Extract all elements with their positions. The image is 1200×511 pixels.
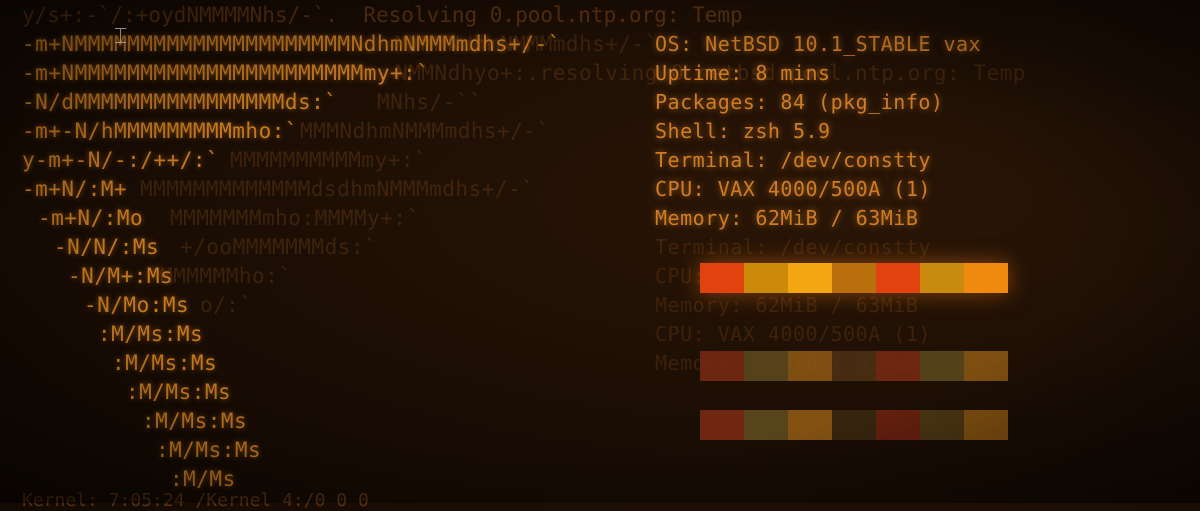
- color-swatch: [920, 263, 964, 293]
- color-swatch: [788, 410, 832, 440]
- logo-line: -m+NMMMMMMMMMMMMMMMMMMMMMMmy+:`: [22, 61, 430, 85]
- ghost-logo-line: MNhs/-``: [377, 90, 483, 114]
- color-swatch: [964, 263, 1008, 293]
- color-palette-row-1: [700, 263, 1008, 293]
- color-swatch: [832, 263, 876, 293]
- cpu-line: CPU: VAX 4000/500A (1): [655, 177, 931, 201]
- logo-line: -N/N/:Ms: [54, 235, 160, 259]
- color-swatch: [920, 410, 964, 440]
- uptime-line: Uptime: 8 mins: [655, 61, 831, 85]
- color-swatch: [788, 351, 832, 381]
- status-line: Kernel: 7:05:24 /Kernel 4:/0 0 0: [22, 490, 369, 511]
- color-swatch: [964, 410, 1008, 440]
- color-swatch: [744, 351, 788, 381]
- color-palette-row-2: [700, 351, 1008, 381]
- ghost-logo-line: MMMMMMMMMMmy+:`: [230, 148, 428, 172]
- ghost-terminal-line: Terminal: /dev/constty: [655, 235, 931, 259]
- color-swatch: [744, 410, 788, 440]
- system-info-panel: OS: NetBSD 10.1_STABLE vax Uptime: 8 min…: [655, 30, 981, 233]
- color-swatch: [964, 351, 1008, 381]
- color-swatch: [788, 263, 832, 293]
- color-swatch: [876, 351, 920, 381]
- color-swatch: [700, 263, 744, 293]
- logo-line: :M/Ms:Ms: [98, 322, 204, 346]
- os-line: OS: NetBSD 10.1_STABLE vax: [655, 32, 982, 56]
- packages-line: Packages: 84 (pkg_info): [655, 90, 944, 114]
- color-swatch: [700, 351, 744, 381]
- ghost-logo-line: +/ooMMMMMMMds:`: [180, 235, 378, 259]
- logo-line: :M/Ms:Ms: [126, 380, 232, 404]
- color-swatch: [876, 263, 920, 293]
- color-swatch: [920, 351, 964, 381]
- logo-line: -m+N/:Mo: [38, 206, 144, 230]
- ghost-logo-line: o/:`: [200, 293, 253, 317]
- color-swatch: [744, 263, 788, 293]
- color-palette-row-3: [700, 410, 1008, 440]
- logo-line: y-m+-N/-:/++/:`: [22, 148, 220, 172]
- ghost-memory-line: Memory: 62MiB / 63MiB: [655, 293, 919, 317]
- logo-line: :M/Ms:Ms: [112, 351, 218, 375]
- ghost-logo-line: MMMMMMMmho:MMMMy+:`: [170, 206, 420, 230]
- memory-line: Memory: 62MiB / 63MiB: [655, 206, 919, 230]
- echoed-command-line: y/s+:-`/:+oydNMMMMNhs/-`. Resolving 0.po…: [22, 3, 743, 27]
- logo-line: :M/Ms:Ms: [156, 438, 262, 462]
- color-swatch: [700, 410, 744, 440]
- color-swatch: [832, 410, 876, 440]
- color-swatch: [832, 351, 876, 381]
- ghost-logo-line: MMMMNdhmNMMMmdhs+/-`: [395, 32, 658, 56]
- ghost-logo-line: MMMNdhmNMMMmdhs+/-`: [300, 119, 550, 143]
- logo-line: -N/M+:Ms: [68, 264, 174, 288]
- terminal-window[interactable]: y/s+:-`/:+oydNMMMMNhs/-`. Resolving 0.po…: [0, 0, 1200, 511]
- logo-line: -m+-N/hMMMMMMMMMmho:`: [22, 119, 299, 143]
- shell-line: Shell: zsh 5.9: [655, 119, 831, 143]
- logo-line: -N/Mo:Ms: [84, 293, 190, 317]
- text-cursor-icon: ⌶: [114, 24, 128, 49]
- ghost-logo-line: MMMMMMho:`: [160, 264, 292, 288]
- color-swatch: [876, 410, 920, 440]
- ghost-logo-line: MMMMMMMMMMMMMdsdhmNMMMmdhs+/-`: [140, 177, 535, 201]
- terminal-line: Terminal: /dev/constty: [655, 148, 931, 172]
- logo-line: -N/dMMMMMMMMMMMMMMMMds:`: [22, 90, 338, 114]
- ghost-cpu-line-2: CPU: VAX 4000/500A (1): [655, 322, 931, 346]
- logo-line: -m+N/:M+: [22, 177, 128, 201]
- logo-line: :M/Ms:Ms: [142, 409, 248, 433]
